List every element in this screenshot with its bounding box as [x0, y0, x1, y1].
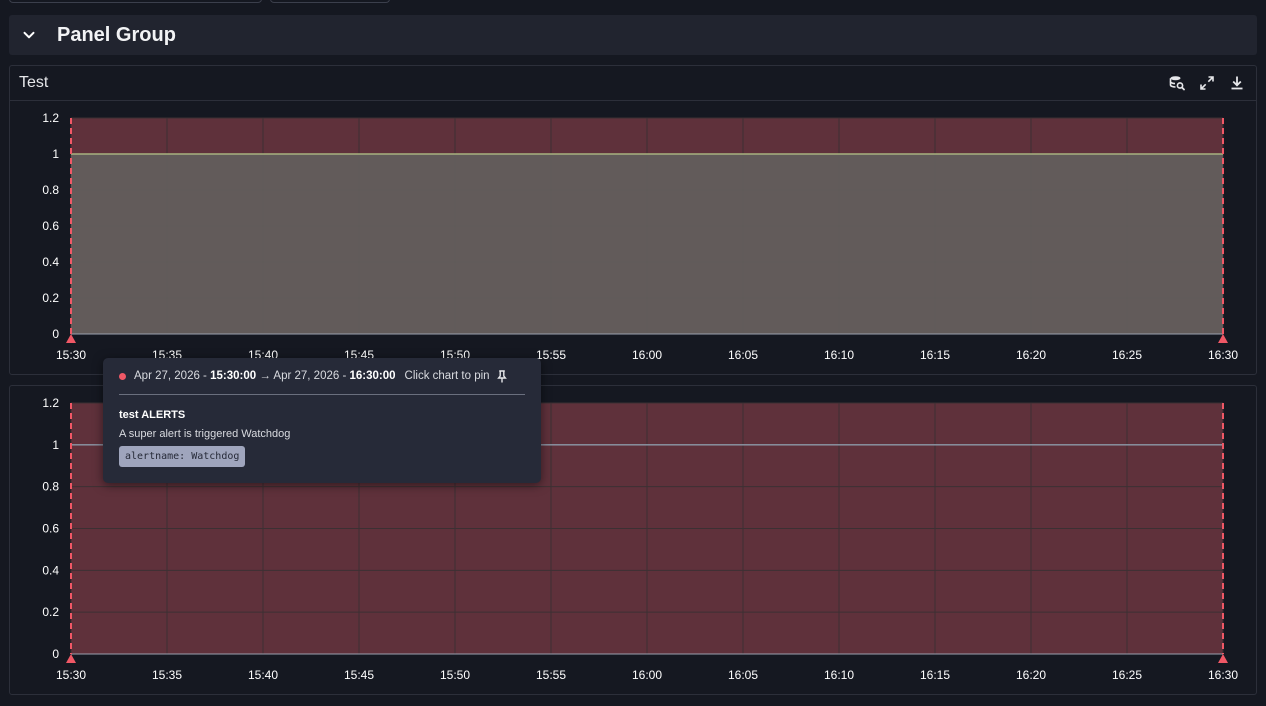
- tooltip-description: A super alert is triggered Watchdog: [119, 428, 291, 440]
- x-tick-label: 15:40: [248, 668, 278, 682]
- alert-marker-triangle: [66, 654, 76, 663]
- y-tick-label: 0.6: [42, 219, 59, 233]
- x-tick-label: 16:30: [1208, 348, 1238, 362]
- series-area: [71, 154, 1223, 334]
- x-tick-label: 16:25: [1112, 668, 1142, 682]
- y-tick-label: 1.2: [42, 111, 59, 125]
- top-select-2[interactable]: [270, 0, 390, 3]
- alert-marker-triangle: [1218, 654, 1228, 663]
- panel-group-title: Panel Group: [57, 23, 176, 46]
- x-tick-label: 16:00: [632, 348, 662, 362]
- x-tick-label: 16:00: [632, 668, 662, 682]
- pin-icon[interactable]: [496, 369, 508, 383]
- alert-marker-triangle: [1218, 334, 1228, 343]
- y-tick-label: 0.4: [42, 563, 59, 577]
- y-tick-label: 1.2: [42, 396, 59, 410]
- alert-dot-icon: [119, 372, 126, 380]
- x-tick-label: 16:25: [1112, 348, 1142, 362]
- tooltip-end-time: 16:30:00: [349, 370, 396, 382]
- y-tick-label: 0.2: [42, 605, 59, 619]
- y-tick-label: 0.2: [42, 291, 59, 305]
- tooltip-label-badge: alertname: Watchdog: [119, 446, 246, 467]
- alert-marker-triangle: [66, 334, 76, 343]
- panel-group-header[interactable]: Panel Group: [9, 15, 1257, 55]
- x-tick-label: 16:20: [1016, 668, 1046, 682]
- arrow-right-icon: →: [259, 370, 271, 382]
- panel-title: Test: [19, 74, 49, 91]
- x-tick-label: 15:55: [536, 668, 566, 682]
- top-select-1[interactable]: [9, 0, 262, 3]
- download-icon[interactable]: [1226, 72, 1248, 94]
- y-tick-label: 0.4: [42, 255, 59, 269]
- x-tick-label: 16:20: [1016, 348, 1046, 362]
- panel-actions: [1166, 72, 1248, 94]
- x-tick-label: 15:50: [440, 668, 470, 682]
- x-tick-label: 15:45: [344, 668, 374, 682]
- x-tick-label: 15:35: [152, 668, 182, 682]
- y-tick-label: 0.6: [42, 522, 59, 536]
- y-tick-label: 0: [52, 327, 59, 341]
- x-tick-label: 16:15: [920, 348, 950, 362]
- x-tick-label: 16:15: [920, 668, 950, 682]
- x-tick-label: 16:30: [1208, 668, 1238, 682]
- x-tick-label: 15:30: [56, 668, 86, 682]
- panel-header: Test: [10, 66, 1256, 101]
- tooltip-start-time: 15:30:00: [210, 370, 257, 382]
- chevron-down-icon[interactable]: [9, 28, 49, 42]
- expand-icon[interactable]: [1196, 72, 1218, 94]
- x-tick-label: 16:10: [824, 348, 854, 362]
- tooltip-alert-title: test ALERTS: [119, 409, 186, 421]
- y-tick-label: 0.8: [42, 183, 59, 197]
- tooltip-time-range: Apr 27, 2026 - 15:30:00 → Apr 27, 2026 -…: [134, 370, 396, 382]
- tooltip-header: Apr 27, 2026 - 15:30:00 → Apr 27, 2026 -…: [119, 358, 525, 395]
- query-icon[interactable]: [1166, 72, 1188, 94]
- tooltip-start-date: Apr 27, 2026 -: [134, 370, 207, 382]
- x-tick-label: 16:10: [824, 668, 854, 682]
- tooltip-end-date: Apr 27, 2026 -: [273, 370, 347, 382]
- tooltip-pin-hint: Click chart to pin: [404, 370, 490, 382]
- y-tick-label: 1: [52, 438, 59, 452]
- x-tick-label: 16:05: [728, 348, 758, 362]
- y-tick-label: 0.8: [42, 480, 59, 494]
- y-tick-label: 1: [52, 147, 59, 161]
- y-tick-label: 0: [52, 647, 59, 661]
- alert-tooltip[interactable]: Apr 27, 2026 - 15:30:00 → Apr 27, 2026 -…: [103, 358, 541, 483]
- x-tick-label: 16:05: [728, 668, 758, 682]
- x-tick-label: 15:30: [56, 348, 86, 362]
- chart-1[interactable]: 00.20.40.60.811.215:30 15:35 15:40 15:45 15:…: [0, 100, 1266, 370]
